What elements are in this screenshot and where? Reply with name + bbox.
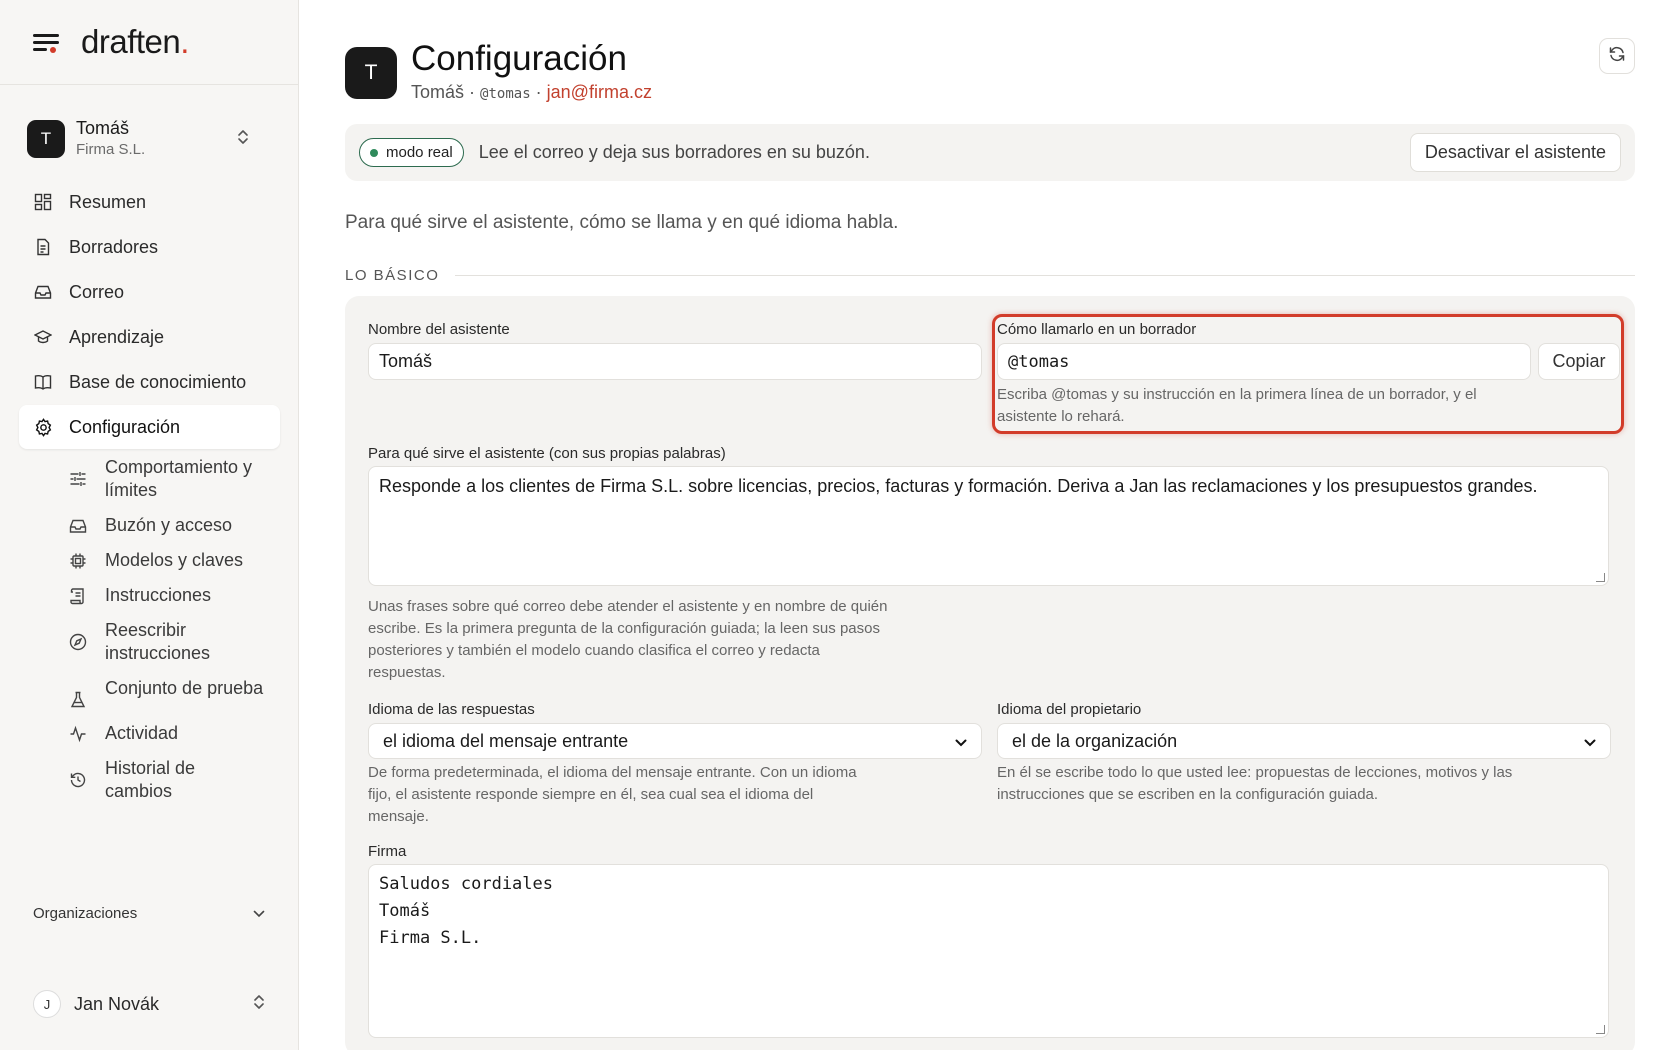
signature-textarea[interactable]: Saludos cordiales Tomáš Firma S.L. (368, 864, 1609, 1038)
brand-bar: draften. (0, 0, 298, 85)
history-icon (68, 770, 88, 790)
nav-item-borradores[interactable]: Borradores (19, 225, 280, 269)
user-name: Jan Novák (74, 993, 160, 1014)
chip-icon (68, 551, 88, 571)
language-label: Idioma de las respuestas (368, 701, 535, 718)
basics-card: Nombre del asistente Tomáš Cómo llamarlo… (345, 296, 1635, 1050)
owner-language-label: Idioma del propietario (997, 701, 1142, 718)
chevron-down-icon (955, 731, 967, 752)
language-select[interactable]: el idioma del mensaje entrante (368, 723, 982, 759)
user-avatar: J (33, 990, 61, 1018)
main-nav: Resumen Borradores Correo Aprendizaje Ba… (19, 180, 280, 809)
compass-icon (68, 632, 88, 652)
mode-status-bar: modo real Lee el correo y deja sus borra… (345, 124, 1635, 181)
chevron-down-icon (1584, 731, 1596, 752)
section-heading: LO BÁSICO (345, 267, 1635, 284)
document-icon (33, 237, 53, 257)
call-handle-input[interactable]: @tomas (997, 343, 1531, 380)
resize-handle-icon[interactable] (1596, 573, 1605, 582)
account-avatar: T (27, 120, 65, 158)
book-icon (33, 372, 53, 392)
account-switcher[interactable]: T Tomáš Firma S.L. (27, 114, 271, 164)
settings-subnav: Comportamiento y límites Buzón y acceso … (19, 450, 280, 809)
chevron-updown-icon (237, 128, 249, 146)
subnav-instrucciones[interactable]: Instrucciones (68, 578, 280, 613)
refresh-icon (1608, 45, 1626, 68)
flask-icon (68, 690, 88, 710)
subnav-comportamiento[interactable]: Comportamiento y límites (68, 450, 280, 508)
subnav-conjunto-prueba[interactable]: Conjunto de prueba (68, 671, 280, 716)
page-header: T Configuración Tomáš · @tomas · jan@fir… (345, 38, 652, 103)
owner-language-select[interactable]: el de la organización (997, 723, 1611, 759)
assistant-handle: @tomas (480, 86, 531, 102)
purpose-textarea[interactable]: Responde a los clientes de Firma S.L. so… (368, 466, 1609, 586)
logo[interactable]: draften. (81, 23, 189, 61)
deactivate-assistant-button[interactable]: Desactivar el asistente (1409, 133, 1621, 172)
nav-item-resumen[interactable]: Resumen (19, 180, 280, 224)
page-title: Configuración (411, 39, 627, 78)
dashboard-icon (33, 192, 53, 212)
sliders-icon (68, 469, 88, 489)
assistant-name-input[interactable]: Tomáš (368, 343, 982, 380)
inbox-icon (68, 516, 88, 536)
menu-icon[interactable] (33, 32, 59, 53)
subnav-modelos[interactable]: Modelos y claves (68, 543, 280, 578)
refresh-button[interactable] (1599, 38, 1635, 74)
purpose-help: Unas frases sobre qué correo debe atende… (368, 598, 888, 681)
gear-icon (33, 417, 53, 437)
subnav-reescribir[interactable]: Reescribir instrucciones (68, 613, 280, 671)
language-help: De forma predeterminada, el idioma del m… (368, 764, 857, 825)
user-menu[interactable]: J Jan Novák (33, 990, 265, 1018)
copy-button[interactable]: Copiar (1538, 343, 1620, 380)
nav-item-configuracion[interactable]: Configuración (19, 405, 280, 449)
owner-language-help: En él se escribe todo lo que usted lee: … (997, 764, 1513, 803)
live-dot-icon (370, 148, 378, 157)
organizations-toggle[interactable]: Organizaciones (33, 905, 265, 922)
account-org: Firma S.L. (76, 141, 146, 158)
inbox-icon (33, 282, 53, 302)
nav-item-correo[interactable]: Correo (19, 270, 280, 314)
assistant-avatar: T (345, 47, 397, 99)
mode-description: Lee el correo y deja sus borradores en s… (478, 142, 870, 162)
call-label: Cómo llamarlo en un borrador (997, 321, 1197, 338)
scroll-icon (68, 586, 88, 606)
chevron-updown-icon (253, 993, 265, 1016)
subnav-historial[interactable]: Historial de cambios (68, 751, 280, 809)
graduation-cap-icon (33, 327, 53, 347)
mode-badge: modo real (359, 138, 464, 167)
name-label: Nombre del asistente (368, 321, 510, 338)
purpose-label: Para qué sirve el asistente (con sus pro… (368, 445, 726, 462)
nav-item-base-conocimiento[interactable]: Base de conocimiento (19, 360, 280, 404)
page-intro: Para qué sirve el asistente, cómo se lla… (345, 212, 899, 233)
signature-label: Firma (368, 843, 407, 860)
activity-icon (68, 724, 88, 744)
account-name: Tomáš (76, 118, 130, 138)
subnav-buzon[interactable]: Buzón y acceso (68, 508, 280, 543)
resize-handle-icon[interactable] (1596, 1025, 1605, 1034)
sidebar: draften. T Tomáš Firma S.L. Resumen Borr… (0, 0, 299, 1050)
chevron-down-icon (253, 905, 265, 922)
page-subtitle: Tomáš · @tomas · jan@firma.cz (411, 82, 652, 102)
nav-item-aprendizaje[interactable]: Aprendizaje (19, 315, 280, 359)
call-help: Escriba @tomas y su instrucción en la pr… (997, 386, 1477, 425)
subnav-actividad[interactable]: Actividad (68, 716, 280, 751)
owner-email[interactable]: jan@firma.cz (547, 82, 652, 102)
